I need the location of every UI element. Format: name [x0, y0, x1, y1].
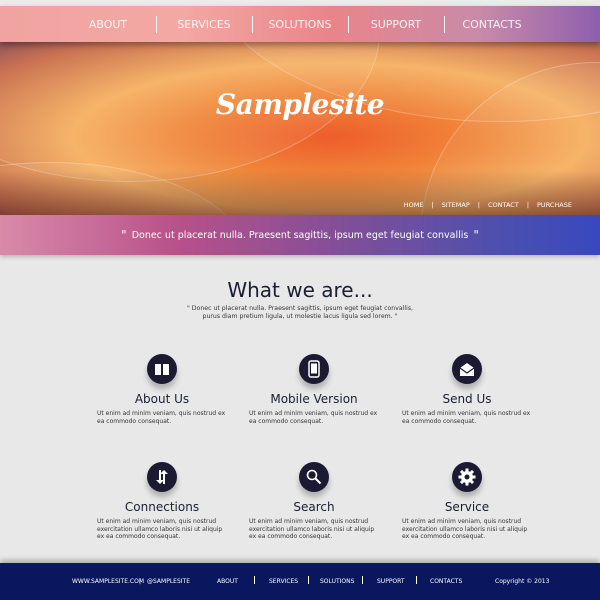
envelope-icon[interactable]	[452, 354, 482, 384]
footer-handle[interactable]: @SAMPLESITE	[147, 578, 190, 585]
feature-title[interactable]: Mobile Version	[249, 392, 379, 406]
main-nav: ABOUT SERVICES SOLUTIONS SUPPORT CONTACT…	[0, 6, 600, 42]
feature-text: Ut enim ad minim veniam, quis nostrud ex…	[249, 518, 375, 540]
feature-text: Ut enim ad minim veniam, quis nostrud ex…	[402, 518, 528, 540]
feature-text: Ut enim ad minim veniam, quis nostrud ex…	[402, 410, 531, 425]
footer-support[interactable]: SUPPORT	[377, 578, 405, 585]
nav-services[interactable]: SERVICES	[157, 18, 252, 31]
feature-title[interactable]: Connections	[97, 500, 227, 514]
feature-title[interactable]: Send Us	[402, 392, 532, 406]
divider: |	[526, 201, 530, 209]
gear-icon[interactable]	[452, 462, 482, 492]
footer: WWW.SAMPLESITE.COM | @SAMPLESITE ABOUT S…	[0, 563, 600, 600]
nav-solutions[interactable]: SOLUTIONS	[253, 18, 348, 31]
feature-mobile-version: Mobile Version Ut enim ad minim veniam, …	[249, 354, 379, 425]
sub-nav: HOME | SITEMAP | CONTACT | PURCHASE	[404, 201, 572, 209]
feature-title[interactable]: About Us	[97, 392, 227, 406]
feature-send-us: Send Us Ut enim ad minim veniam, quis no…	[402, 354, 532, 425]
subnav-purchase[interactable]: PURCHASE	[537, 201, 572, 209]
divider: |	[139, 578, 142, 585]
hero-banner	[0, 42, 600, 215]
arrows-icon[interactable]	[147, 462, 177, 492]
feature-text: Ut enim ad minim veniam, quis nostrud ex…	[97, 410, 226, 425]
feature-text: Ut enim ad minim veniam, quis nostrud ex…	[249, 410, 378, 425]
book-icon[interactable]	[147, 354, 177, 384]
footer-copyright: Copyright © 2013	[495, 578, 550, 585]
feature-search: Search Ut enim ad minim veniam, quis nos…	[249, 462, 379, 541]
quote-open-icon: "	[121, 228, 127, 242]
mobile-icon[interactable]	[299, 354, 329, 384]
nav-about[interactable]: ABOUT	[61, 18, 156, 31]
feature-connections: Connections Ut enim ad minim veniam, qui…	[97, 462, 227, 541]
hero-quote: Donec ut placerat nulla. Praesent sagitt…	[131, 229, 469, 241]
footer-contacts[interactable]: CONTACTS	[430, 578, 462, 585]
footer-solutions[interactable]: SOLUTIONS	[320, 578, 354, 585]
divider	[308, 576, 309, 584]
footer-website[interactable]: WWW.SAMPLESITE.COM	[72, 578, 144, 585]
subnav-contact[interactable]: CONTACT	[488, 201, 519, 209]
site-logo[interactable]: Samplesite	[0, 88, 600, 121]
feature-title[interactable]: Service	[402, 500, 532, 514]
section-title: What we are...	[227, 278, 373, 302]
divider	[254, 576, 255, 584]
section-intro: " Donec ut placerat nulla. Praesent sagi…	[186, 305, 414, 320]
divider	[362, 576, 363, 584]
intro-line: purus diam pretium ligula, ut molestie l…	[202, 313, 393, 320]
feature-title[interactable]: Search	[249, 500, 379, 514]
subnav-sitemap[interactable]: SITEMAP	[442, 201, 470, 209]
search-icon[interactable]	[299, 462, 329, 492]
intro-line: Donec ut placerat nulla. Praesent sagitt…	[191, 305, 414, 312]
subnav-home[interactable]: HOME	[404, 201, 424, 209]
quote-band: " Donec ut placerat nulla. Praesent sagi…	[0, 215, 600, 255]
nav-contacts[interactable]: CONTACTS	[445, 18, 540, 31]
divider: |	[477, 201, 480, 209]
quote-close-icon: "	[473, 228, 479, 242]
divider: |	[431, 201, 434, 209]
footer-services[interactable]: SERVICES	[269, 578, 298, 585]
nav-support[interactable]: SUPPORT	[349, 18, 444, 31]
feature-about-us: About Us Ut enim ad minim veniam, quis n…	[97, 354, 227, 425]
divider	[416, 576, 417, 584]
feature-service: Service Ut enim ad minim veniam, quis no…	[402, 462, 532, 541]
feature-text: Ut enim ad minim veniam, quis nostrud ex…	[97, 518, 223, 540]
footer-about[interactable]: ABOUT	[217, 578, 238, 585]
